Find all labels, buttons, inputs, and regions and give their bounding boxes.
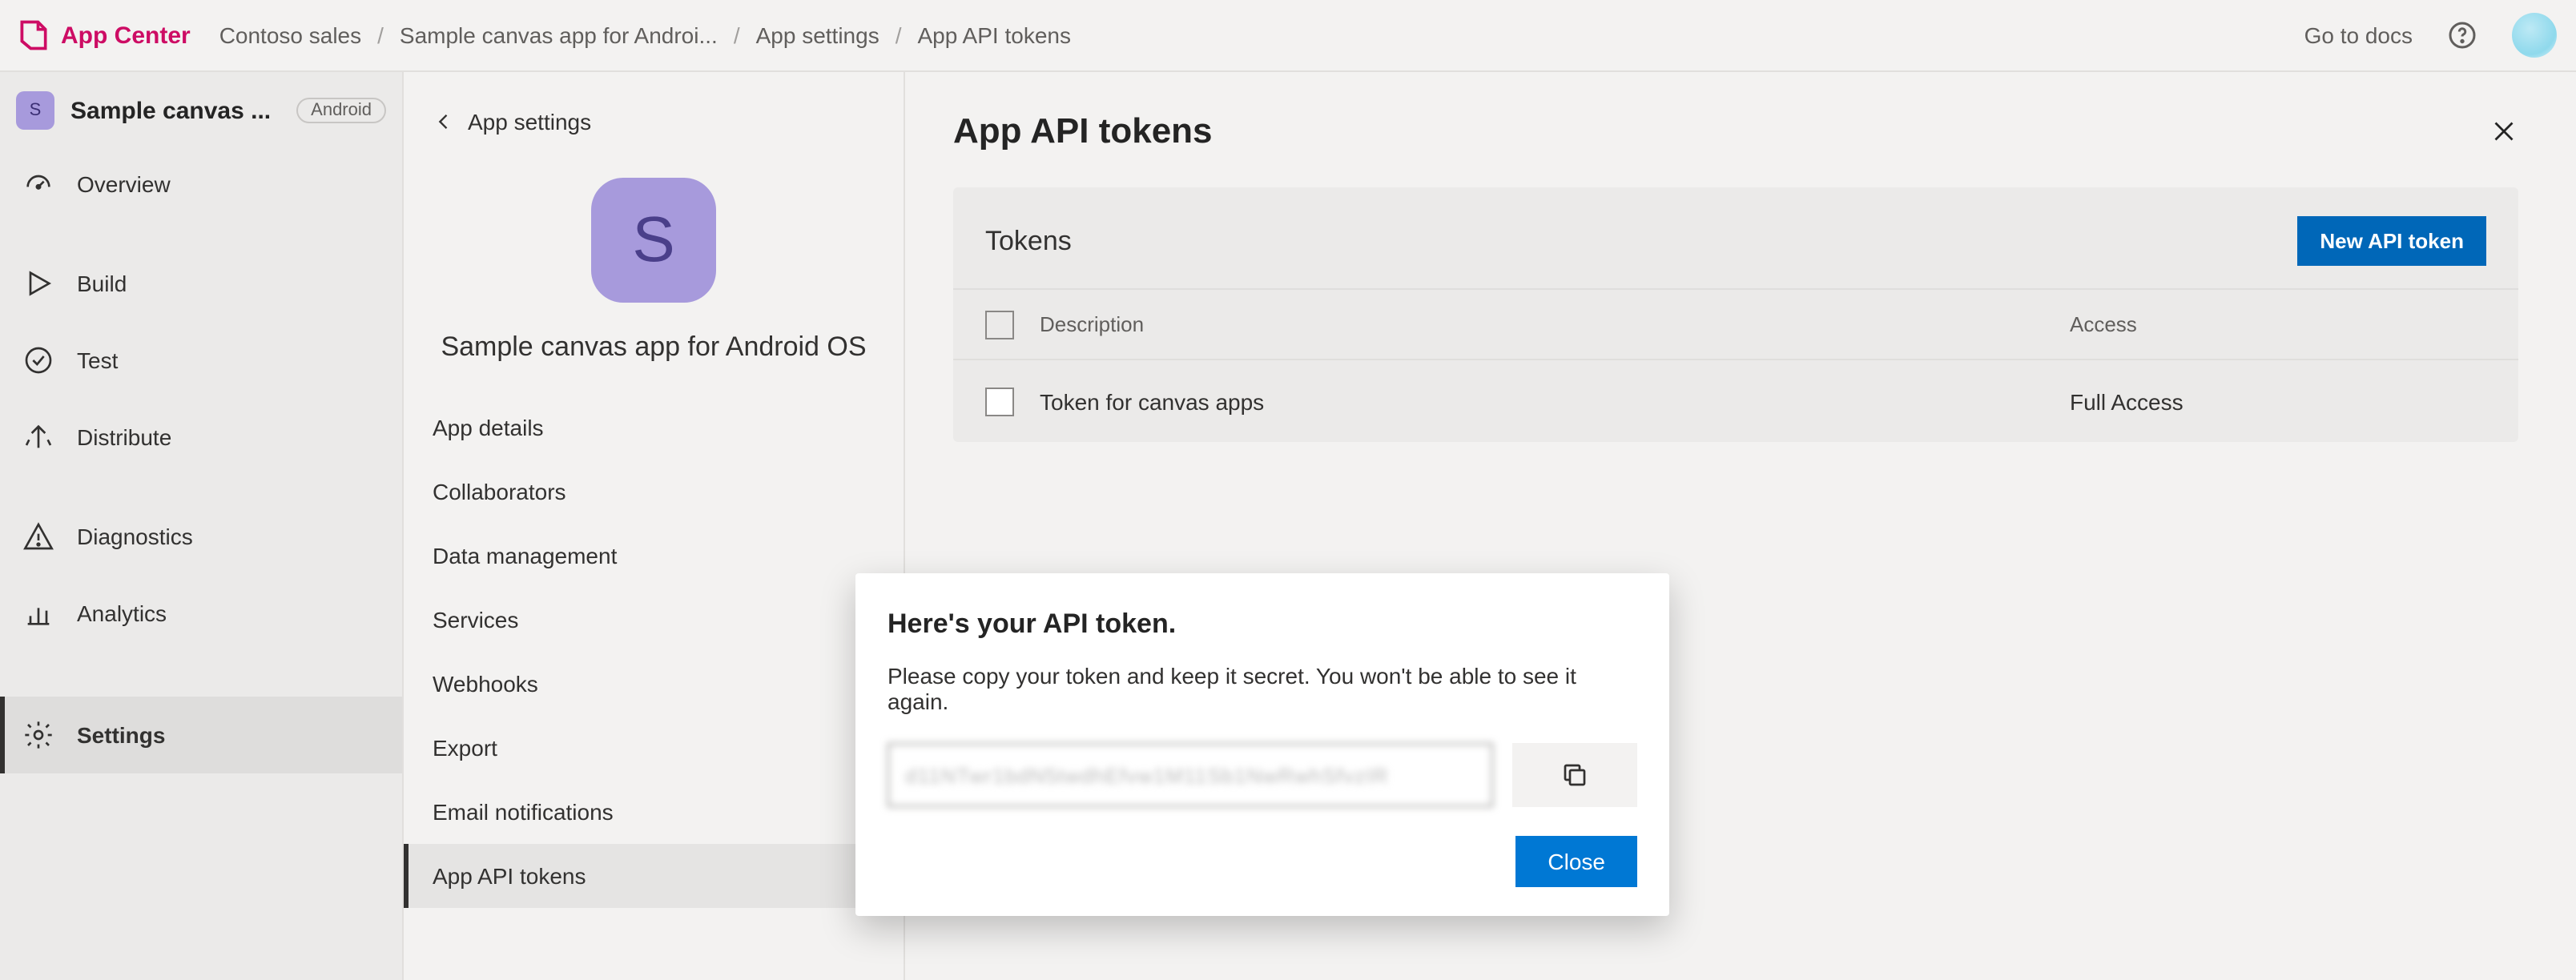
- breadcrumb-item[interactable]: App settings: [756, 22, 879, 48]
- app-switcher[interactable]: S Sample canvas ... Android: [0, 82, 402, 146]
- settings-item-email-notifications[interactable]: Email notifications: [404, 780, 904, 844]
- sidebar-item-label: Diagnostics: [77, 524, 193, 549]
- app-name-truncated: Sample canvas ...: [70, 97, 280, 124]
- select-all-checkbox[interactable]: [985, 310, 1014, 339]
- topbar: App Center Contoso sales / Sample canvas…: [0, 0, 2576, 72]
- sidebar-item-label: Analytics: [77, 600, 167, 626]
- gauge-icon: [22, 168, 54, 200]
- settings-item-collaborators[interactable]: Collaborators: [404, 460, 904, 524]
- settings-item-services[interactable]: Services: [404, 588, 904, 652]
- close-button[interactable]: Close: [1515, 836, 1637, 887]
- close-icon[interactable]: [2489, 117, 2518, 146]
- warning-icon: [22, 520, 54, 552]
- settings-item-export[interactable]: Export: [404, 716, 904, 780]
- tokens-table-header: Description Access: [953, 288, 2518, 359]
- modal-body: Please copy your token and keep it secre…: [888, 663, 1637, 714]
- column-description: Description: [1040, 312, 2070, 336]
- copy-icon: [1560, 761, 1589, 789]
- brand[interactable]: App Center: [16, 18, 191, 53]
- app-tile-icon: S: [16, 91, 54, 130]
- page-title: App API tokens: [953, 110, 1213, 152]
- breadcrumb: Contoso sales / Sample canvas app for An…: [219, 22, 1071, 48]
- copy-token-button[interactable]: [1512, 743, 1637, 807]
- sidebar-item-overview[interactable]: Overview: [0, 146, 402, 223]
- settings-item-app-api-tokens[interactable]: App API tokens: [404, 844, 904, 908]
- settings-item-data-management[interactable]: Data management: [404, 524, 904, 588]
- avatar[interactable]: [2512, 13, 2557, 58]
- sidebar: S Sample canvas ... Android Overview Bui…: [0, 72, 404, 980]
- go-to-docs-link[interactable]: Go to docs: [2304, 22, 2413, 48]
- gear-icon: [22, 719, 54, 751]
- distribute-icon: [22, 421, 54, 453]
- settings-back-button[interactable]: App settings: [404, 94, 904, 149]
- brand-name: App Center: [61, 22, 191, 49]
- sidebar-item-label: Test: [77, 347, 118, 373]
- play-icon: [22, 267, 54, 299]
- sidebar-item-label: Settings: [77, 722, 165, 748]
- new-api-token-button[interactable]: New API token: [2297, 216, 2486, 266]
- sidebar-item-build[interactable]: Build: [0, 245, 402, 322]
- token-access: Full Access: [2070, 388, 2486, 414]
- sidebar-item-distribute[interactable]: Distribute: [0, 399, 402, 476]
- breadcrumb-item[interactable]: Contoso sales: [219, 22, 361, 48]
- tokens-section-title: Tokens: [985, 225, 1072, 257]
- settings-back-label: App settings: [468, 109, 591, 135]
- bars-icon: [22, 597, 54, 629]
- check-circle-icon: [22, 344, 54, 376]
- sidebar-item-label: Distribute: [77, 424, 171, 450]
- sidebar-item-analytics[interactable]: Analytics: [0, 575, 402, 652]
- breadcrumb-item[interactable]: Sample canvas app for Androi...: [400, 22, 718, 48]
- modal-title: Here's your API token.: [888, 608, 1637, 641]
- settings-subnav: App settings S Sample canvas app for And…: [404, 72, 905, 980]
- tokens-card: Tokens New API token Description Access …: [953, 187, 2518, 442]
- help-icon[interactable]: [2448, 21, 2477, 50]
- api-token-modal: Here's your API token. Please copy your …: [855, 573, 1669, 916]
- sidebar-item-label: Build: [77, 271, 127, 296]
- table-row[interactable]: Token for canvas apps Full Access: [953, 359, 2518, 442]
- sidebar-item-label: Overview: [77, 171, 171, 197]
- app-tile-large-icon: S: [591, 178, 716, 303]
- chevron-left-icon: [433, 110, 455, 133]
- sidebar-item-test[interactable]: Test: [0, 322, 402, 399]
- breadcrumb-item[interactable]: App API tokens: [918, 22, 1071, 48]
- token-description: Token for canvas apps: [1040, 388, 2070, 414]
- platform-badge: Android: [296, 98, 386, 123]
- settings-item-webhooks[interactable]: Webhooks: [404, 652, 904, 716]
- settings-app-name: Sample canvas app for Android OS: [423, 331, 884, 363]
- app-center-logo-icon: [16, 18, 51, 53]
- settings-item-app-details[interactable]: App details: [404, 396, 904, 460]
- column-access: Access: [2070, 312, 2486, 336]
- sidebar-item-settings[interactable]: Settings: [0, 697, 402, 773]
- api-token-field[interactable]: d11NTwr1bdN5twdhEfvw1M11Sb1NwRwhSfvzIR: [888, 743, 1493, 807]
- row-checkbox[interactable]: [985, 387, 1014, 416]
- sidebar-item-diagnostics[interactable]: Diagnostics: [0, 498, 402, 575]
